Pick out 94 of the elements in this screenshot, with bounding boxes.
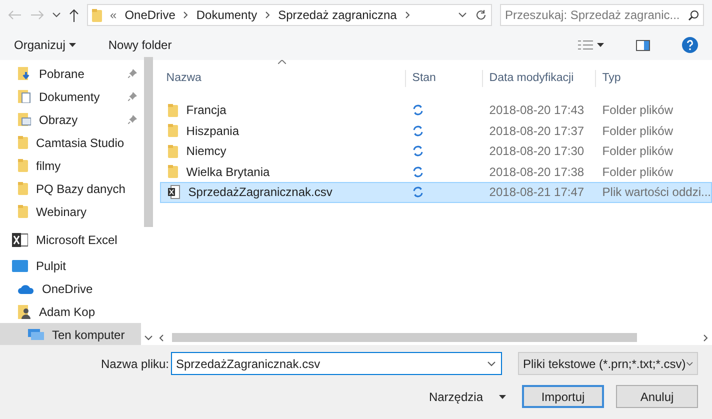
folder-icon — [18, 182, 28, 195]
column-header[interactable]: Typ — [595, 70, 712, 88]
download-folder-icon — [18, 67, 31, 80]
desktop-icon — [12, 260, 28, 272]
sidebar-item[interactable]: Ten komputer — [0, 323, 141, 345]
modified-date: 2018-08-20 17:38 — [488, 164, 586, 181]
file-row[interactable]: Niemcy 2018-08-20 17:30 Folder plików — [160, 141, 712, 162]
search-field[interactable]: Przeszukaj: Sprzedaż zagranic... — [500, 4, 704, 26]
file-row[interactable]: SprzedażZagranicznak.csv 2018-08-21 17:47 Plik wartości oddzi... — [160, 182, 712, 202]
modified-date: 2018-08-21 17:47 — [488, 184, 586, 202]
import-button[interactable]: Importuj — [522, 385, 604, 408]
column-header[interactable]: Nazwa — [160, 70, 406, 88]
sidebar-item[interactable]: Camtasia Studio — [18, 131, 141, 154]
scroll-right-icon[interactable] — [703, 334, 708, 342]
file-type: Folder plików — [601, 102, 674, 120]
column-header[interactable]: Data modyfikacji — [482, 70, 596, 88]
address-bar[interactable]: « OneDrive Dokumenty Sprzedaż zagraniczna — [87, 4, 492, 26]
sidebar-item[interactable]: Adam Kop — [18, 300, 141, 323]
breadcrumb[interactable]: Dokumenty — [196, 6, 258, 24]
sidebar-item[interactable]: Webinary — [18, 200, 141, 223]
folder-icon — [92, 8, 102, 22]
modified-date: 2018-08-20 17:37 — [488, 122, 586, 140]
file-row[interactable]: Francja 2018-08-20 17:43 Folder plików — [160, 100, 712, 120]
sync-icon — [412, 186, 424, 198]
cancel-button[interactable]: Anuluj — [616, 385, 698, 408]
sidebar-item[interactable]: OneDrive — [18, 277, 141, 300]
user-folder-icon — [18, 304, 31, 318]
sync-icon — [412, 104, 424, 116]
filename-field[interactable]: SprzedażZagranicznak.csv — [171, 352, 502, 375]
image-folder-icon — [18, 113, 31, 126]
scroll-thumb[interactable] — [144, 57, 153, 227]
history-chevron-icon — [458, 12, 467, 18]
new-folder-button[interactable]: Nowy folder — [108, 36, 172, 54]
sidebar-item[interactable]: Dokumenty — [18, 85, 141, 108]
modified-date: 2018-08-20 17:43 — [488, 102, 586, 120]
scroll-left-icon[interactable] — [159, 334, 164, 342]
folder-icon — [18, 136, 28, 149]
caret-icon — [69, 43, 76, 47]
file-type: Folder plików — [601, 143, 674, 160]
scroll-thumb[interactable] — [172, 333, 638, 342]
modified-date: 2018-08-20 17:30 — [488, 143, 586, 160]
file-name: Francja — [186, 102, 226, 120]
sidebar-item[interactable]: filmy — [18, 154, 141, 177]
folder-icon — [18, 159, 28, 172]
up-arrow-icon[interactable] — [69, 8, 79, 22]
file-type: Folder plików — [601, 122, 674, 140]
chevron-down-icon — [487, 361, 496, 367]
file-row[interactable]: Wielka Brytania 2018-08-20 17:38 Folder plików — [160, 162, 712, 182]
folder-icon — [168, 144, 178, 158]
document-folder-icon — [18, 90, 31, 103]
file-name: Wielka Brytania — [186, 164, 270, 181]
sync-icon — [412, 166, 424, 178]
chevron-down-icon — [686, 360, 693, 366]
breadcrumb[interactable]: OneDrive — [124, 6, 176, 24]
organize-button[interactable]: Organizuj — [14, 36, 76, 54]
sidebar-item[interactable]: Pulpit — [12, 254, 141, 277]
sync-icon — [412, 124, 424, 137]
preview-pane-icon[interactable] — [636, 40, 650, 50]
view-options-icon[interactable] — [578, 40, 604, 50]
tools-button[interactable]: Narzędzia — [428, 388, 506, 406]
file-type: Folder plików — [601, 164, 674, 181]
file-name: SprzedażZagranicznak.csv — [188, 184, 332, 202]
file-type-dropdown[interactable]: Pliki tekstowe (*.prn;*.txt;*.csv) — [518, 352, 698, 375]
file-row[interactable]: Hiszpania 2018-08-20 17:37 Folder plików — [160, 120, 712, 141]
folder-icon — [168, 165, 178, 178]
file-type: Plik wartości oddzi... — [601, 184, 711, 202]
folder-icon — [168, 124, 178, 138]
folder-icon — [18, 205, 28, 218]
sidebar-item[interactable]: PQ Bazy danych — [18, 177, 141, 200]
sidebar-item[interactable]: Pobrane — [18, 62, 141, 85]
caret-icon — [499, 394, 506, 398]
chevron-right-icon — [404, 11, 410, 19]
help-icon[interactable] — [682, 37, 698, 53]
search-icon — [688, 10, 699, 20]
overflow-marker[interactable]: « — [110, 6, 117, 24]
column-header[interactable]: Stan — [405, 70, 482, 88]
chevron-right-icon — [265, 11, 270, 19]
sync-icon — [412, 145, 424, 158]
sidebar-item[interactable]: Microsoft Excel — [12, 228, 141, 251]
chevron-right-icon — [183, 11, 188, 19]
refresh-icon[interactable] — [475, 9, 487, 21]
folder-icon — [168, 104, 178, 117]
csv-file-icon — [168, 185, 180, 200]
computer-icon — [28, 329, 44, 340]
sort-up-icon — [278, 60, 286, 64]
scroll-down-icon — [144, 335, 153, 341]
spreadsheet-icon — [12, 232, 28, 246]
filename-label: Nazwa pliku: — [100, 356, 169, 372]
file-name: Niemcy — [186, 143, 226, 160]
breadcrumb[interactable]: Sprzedaż zagraniczna — [278, 6, 397, 24]
file-name: Hiszpania — [186, 122, 239, 140]
sidebar-item[interactable]: Obrazy — [18, 108, 141, 131]
recent-chevron-icon — [52, 12, 61, 18]
cloud-icon — [18, 284, 34, 294]
